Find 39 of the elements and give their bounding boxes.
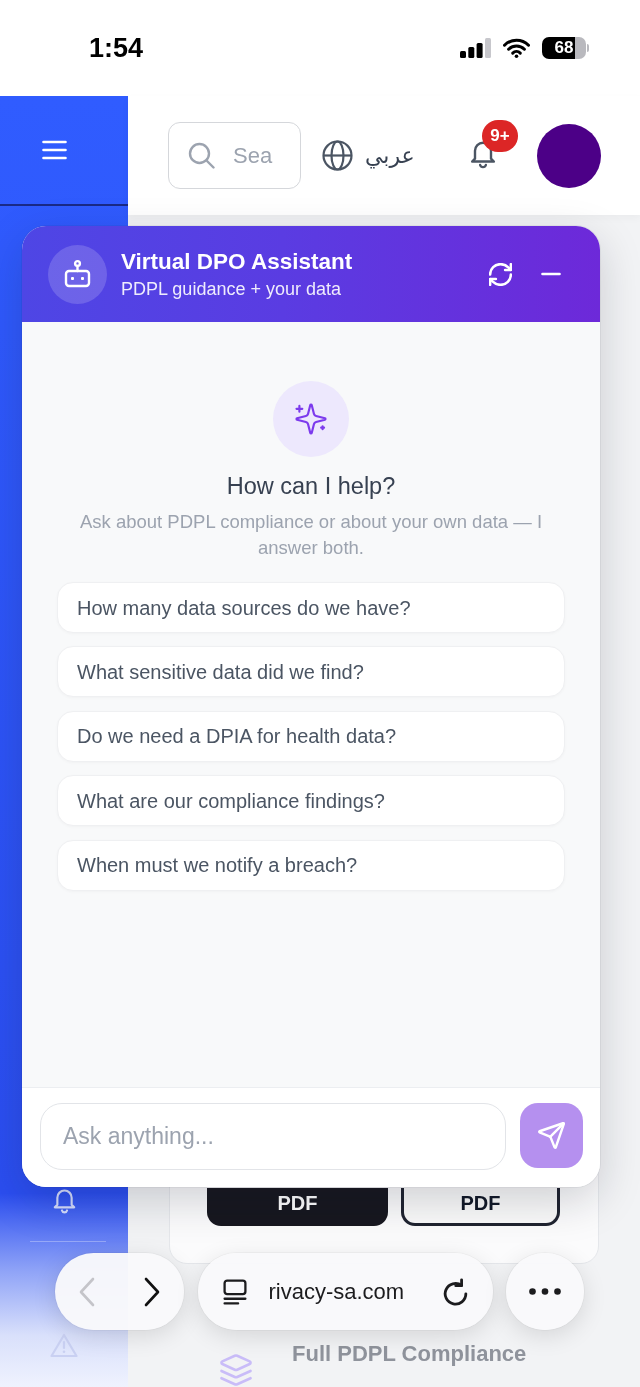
status-time: 1:54: [89, 32, 144, 64]
search-field[interactable]: Sea: [168, 122, 301, 189]
layers-icon: [220, 1354, 252, 1386]
language-button[interactable]: عربي: [322, 135, 415, 176]
message-input[interactable]: Ask anything...: [40, 1103, 506, 1170]
notifications-button[interactable]: 9+: [462, 119, 521, 171]
globe-icon: [322, 140, 353, 171]
suggestion-button[interactable]: What sensitive data did we find?: [57, 646, 565, 698]
suggestion-button[interactable]: How many data sources do we have?: [57, 582, 565, 633]
bell-icon: [469, 141, 497, 169]
more-icon: [529, 1288, 561, 1295]
battery-indicator: 68: [542, 37, 589, 59]
report-title: Full PDPL Compliance: [292, 1340, 527, 1368]
chevron-right-icon: [142, 1276, 161, 1307]
refresh-icon: [488, 262, 512, 286]
suggestion-button[interactable]: When must we notify a breach?: [57, 839, 565, 891]
pdf-button[interactable]: PDF: [401, 1188, 560, 1226]
suggestion-button[interactable]: What are our compliance findings?: [57, 775, 565, 827]
robot-icon: [48, 244, 107, 304]
url-text: rivacy-sa.com: [268, 1277, 405, 1306]
search-icon: [188, 142, 215, 169]
reload-icon: [442, 1277, 469, 1306]
help-description: Ask about PDPL compliance or about your own data — I answer both.: [78, 510, 544, 560]
address-bar[interactable]: rivacy-sa.com: [197, 1253, 493, 1330]
wifi-icon: [503, 38, 530, 58]
help-heading: How can I help?: [226, 472, 396, 501]
notification-badge: 9+: [482, 120, 518, 152]
pdf-button[interactable]: PDF: [207, 1188, 388, 1226]
bell-icon[interactable]: [52, 1188, 77, 1214]
assistant-title: Virtual DPO Assistant: [121, 248, 353, 276]
minus-icon: [541, 272, 561, 276]
send-icon: [538, 1122, 565, 1149]
page-layout-icon: [221, 1278, 248, 1305]
menu-icon: [41, 140, 67, 160]
signal-icon: [460, 38, 491, 58]
sparkle-icon: [273, 381, 349, 457]
chevron-left-icon: [78, 1276, 97, 1307]
assistant-subtitle: PDPL guidance + your data: [121, 278, 342, 300]
suggestion-button[interactable]: Do we need a DPIA for health data?: [57, 710, 565, 762]
